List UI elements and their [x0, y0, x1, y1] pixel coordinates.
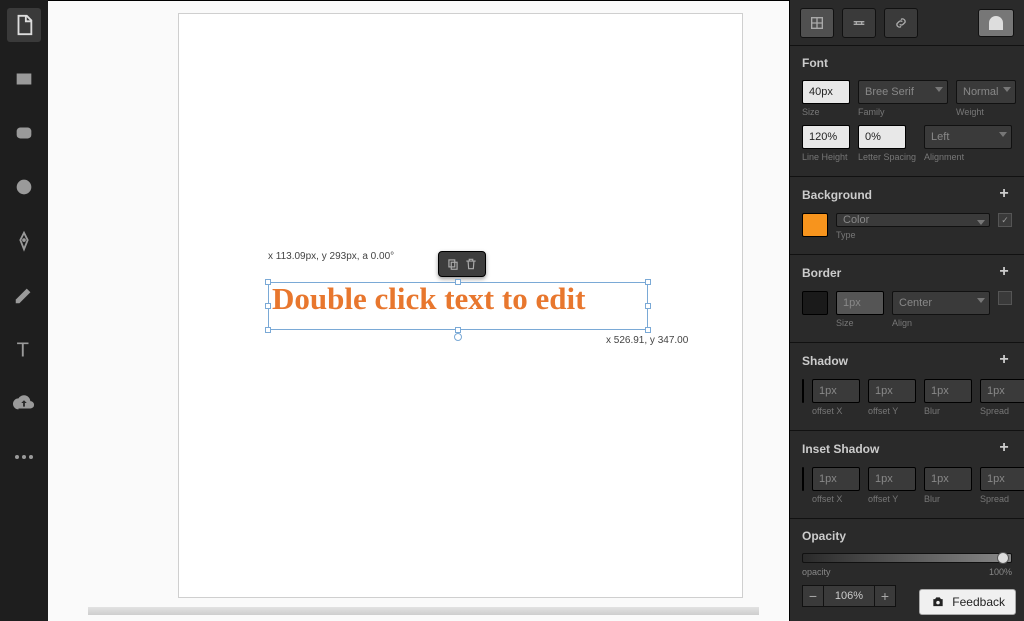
tool-pencil[interactable]	[7, 278, 41, 312]
line-height-label: Line Height	[802, 152, 850, 162]
opacity-max: 100%	[989, 567, 1012, 577]
zoom-plus[interactable]: +	[874, 585, 896, 607]
resize-handle-bl[interactable]	[265, 327, 271, 333]
background-type-select[interactable]: Color	[836, 213, 990, 227]
tool-rounded-rect[interactable]	[7, 116, 41, 150]
font-size-input[interactable]	[802, 80, 850, 104]
border-align-select[interactable]: Center	[892, 291, 990, 315]
font-size-label: Size	[802, 107, 850, 117]
section-background: Background + Color Type ✓	[790, 177, 1024, 255]
shadow-offsetx-input[interactable]	[812, 379, 860, 403]
tool-pen[interactable]	[7, 224, 41, 258]
tab-grid[interactable]	[800, 8, 834, 38]
background-type-label: Type	[836, 230, 990, 240]
opacity-knob[interactable]	[997, 552, 1009, 564]
inset-offsetx-input[interactable]	[812, 467, 860, 491]
alignment-select[interactable]: Left	[924, 125, 1012, 149]
selection-box[interactable]	[268, 282, 648, 330]
font-title: Font	[802, 56, 828, 70]
floating-toolbar	[438, 251, 486, 277]
line-height-input[interactable]	[802, 125, 850, 149]
panel-tabs	[790, 0, 1024, 46]
inset-color-swatch[interactable]	[802, 467, 804, 491]
coords-top-left: x 113.09px, y 293px, a 0.00°	[268, 251, 394, 262]
shadow-spread-input[interactable]	[980, 379, 1024, 403]
border-add-button[interactable]: +	[996, 265, 1012, 281]
coords-bottom-right: x 526.91, y 347.00	[606, 335, 688, 346]
shadow-add-button[interactable]: +	[996, 353, 1012, 369]
font-family-select[interactable]: Bree Serif	[858, 80, 948, 104]
border-size-label: Size	[836, 318, 884, 328]
font-weight-label: Weight	[956, 107, 1016, 117]
resize-handle-tl[interactable]	[265, 279, 271, 285]
tool-ellipse[interactable]	[7, 170, 41, 204]
tool-rectangle[interactable]	[7, 62, 41, 96]
background-toggle[interactable]: ✓	[998, 213, 1012, 227]
rotate-handle[interactable]	[454, 333, 462, 341]
avatar[interactable]	[978, 9, 1014, 37]
inset-add-button[interactable]: +	[996, 441, 1012, 457]
shadow-color-swatch[interactable]	[802, 379, 804, 403]
border-toggle[interactable]	[998, 291, 1012, 305]
copy-icon[interactable]	[446, 257, 460, 271]
tab-dimensions[interactable]	[842, 8, 876, 38]
inset-offsety-input[interactable]	[868, 467, 916, 491]
section-border: Border + Size Center Align	[790, 255, 1024, 343]
border-align-label: Align	[892, 318, 990, 328]
font-family-label: Family	[858, 107, 948, 117]
section-font: Font Size Bree SerifFamily NormalWeight …	[790, 46, 1024, 177]
inset-spread-input[interactable]	[980, 467, 1024, 491]
opacity-title: Opacity	[802, 529, 846, 543]
trash-icon[interactable]	[464, 257, 478, 271]
tool-document[interactable]	[7, 8, 41, 42]
opacity-slider[interactable]	[802, 553, 1012, 563]
section-shadow: Shadow+ offset X offset Y Blur Spread	[790, 343, 1024, 431]
inset-blur-input[interactable]	[924, 467, 972, 491]
alignment-label: Alignment	[924, 152, 1012, 162]
border-title: Border	[802, 266, 841, 280]
feedback-button[interactable]: Feedback	[919, 589, 1016, 615]
tool-text[interactable]: T	[7, 332, 41, 366]
border-size-input[interactable]	[836, 291, 884, 315]
shadow-title: Shadow	[802, 354, 848, 368]
camera-icon	[930, 595, 946, 609]
background-title: Background	[802, 188, 872, 202]
resize-handle-br[interactable]	[645, 327, 651, 333]
feedback-label: Feedback	[952, 595, 1005, 609]
tool-more[interactable]	[7, 440, 41, 474]
resize-handle-tm[interactable]	[455, 279, 461, 285]
font-weight-select[interactable]: Normal	[956, 80, 1016, 104]
canvas-area[interactable]: Double click text to edit x 113.09px, y …	[48, 0, 789, 621]
svg-text:T: T	[17, 339, 29, 360]
background-color-swatch[interactable]	[802, 213, 828, 237]
resize-handle-tr[interactable]	[645, 279, 651, 285]
resize-handle-ml[interactable]	[265, 303, 271, 309]
zoom-value: 106%	[824, 585, 874, 607]
canvas-shadow	[88, 607, 759, 615]
letter-spacing-input[interactable]	[858, 125, 906, 149]
shadow-blur-input[interactable]	[924, 379, 972, 403]
resize-handle-mr[interactable]	[645, 303, 651, 309]
tab-link[interactable]	[884, 8, 918, 38]
shadow-offsety-input[interactable]	[868, 379, 916, 403]
opacity-label: opacity	[802, 567, 831, 577]
border-color-swatch[interactable]	[802, 291, 828, 315]
letter-spacing-label: Letter Spacing	[858, 152, 916, 162]
left-toolbar: T	[0, 0, 48, 621]
background-add-button[interactable]: +	[996, 187, 1012, 203]
zoom-minus[interactable]: −	[802, 585, 824, 607]
section-inset-shadow: Inset Shadow+ offset X offset Y Blur Spr…	[790, 431, 1024, 519]
inset-title: Inset Shadow	[802, 442, 879, 456]
tool-upload[interactable]	[7, 386, 41, 420]
right-panel: Font Size Bree SerifFamily NormalWeight …	[789, 0, 1024, 621]
